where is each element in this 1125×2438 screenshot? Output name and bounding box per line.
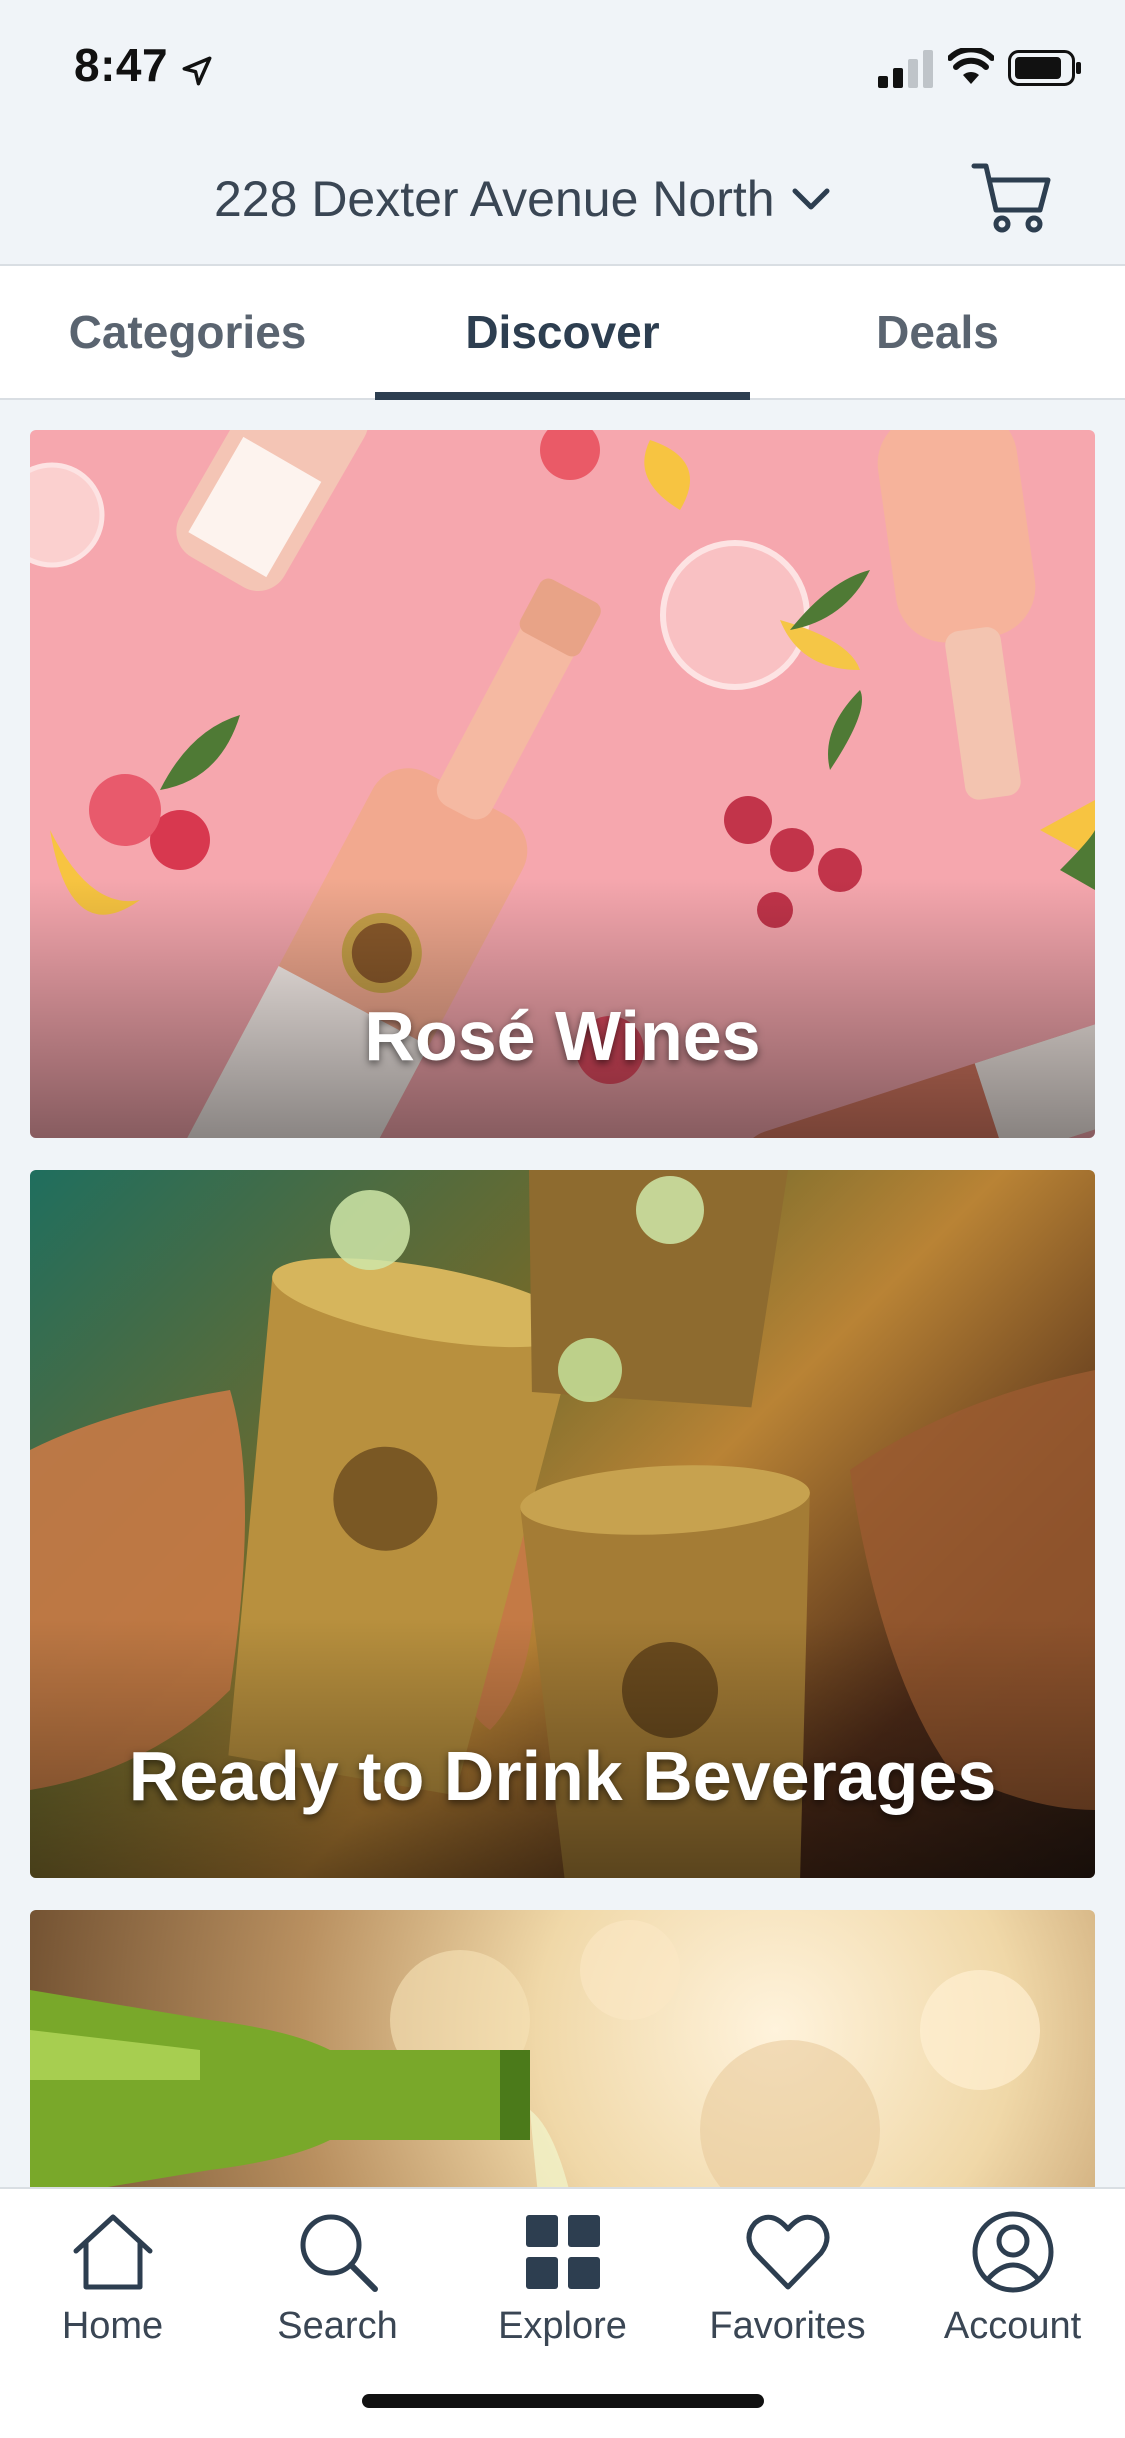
header: 228 Dexter Avenue North: [0, 132, 1125, 266]
battery-icon: [1008, 50, 1081, 86]
nav-label: Home: [61, 2305, 164, 2347]
tab-categories[interactable]: Categories: [0, 266, 375, 398]
tab-bar: Categories Discover Deals: [0, 266, 1125, 400]
cart-icon[interactable]: [970, 160, 1054, 236]
tab-deals[interactable]: Deals: [750, 266, 1125, 398]
discover-feed[interactable]: Rosé Wines Ready to Drink Beverages: [0, 400, 1125, 2187]
card-title: Ready to Drink Beverages: [128, 1737, 997, 1815]
cellular-signal-icon: [878, 50, 933, 88]
nav-label: Explore: [498, 2305, 627, 2347]
home-icon: [73, 2214, 152, 2290]
heart-icon: [746, 2214, 829, 2290]
card-title: Rosé Wines: [364, 997, 761, 1075]
nav-item-explore[interactable]: Explore: [450, 2207, 675, 2357]
delivery-address: 228 Dexter Avenue North: [214, 171, 775, 227]
location-arrow-icon: [182, 56, 212, 86]
tab-discover[interactable]: Discover: [375, 266, 750, 400]
search-icon: [300, 2214, 378, 2292]
nav-label: Search: [277, 2305, 398, 2347]
status-time: 8:47: [74, 39, 169, 91]
home-indicator: [362, 2394, 764, 2408]
user-icon: [972, 2211, 1053, 2293]
address-selector[interactable]: 228 Dexter Avenue North: [214, 164, 831, 234]
white-wine-image: [30, 1920, 1040, 2187]
promo-card-rose-wines[interactable]: Rosé Wines: [30, 430, 1095, 1138]
nav-label: Favorites: [709, 2305, 866, 2347]
wifi-icon: [948, 48, 994, 84]
chevron-down-icon: [792, 188, 830, 210]
nav-item-account[interactable]: Account: [900, 2207, 1125, 2357]
grid-icon: [525, 2215, 600, 2289]
nav-item-home[interactable]: Home: [0, 2207, 225, 2357]
promo-card-ready-to-drink[interactable]: Ready to Drink Beverages: [30, 1170, 1095, 1878]
nav-label: Account: [943, 2305, 1082, 2347]
nav-item-search[interactable]: Search: [225, 2207, 450, 2357]
nav-item-favorites[interactable]: Favorites: [675, 2207, 900, 2357]
promo-card-white-wine[interactable]: [30, 1910, 1095, 2187]
status-bar: 8:47: [0, 0, 1125, 132]
